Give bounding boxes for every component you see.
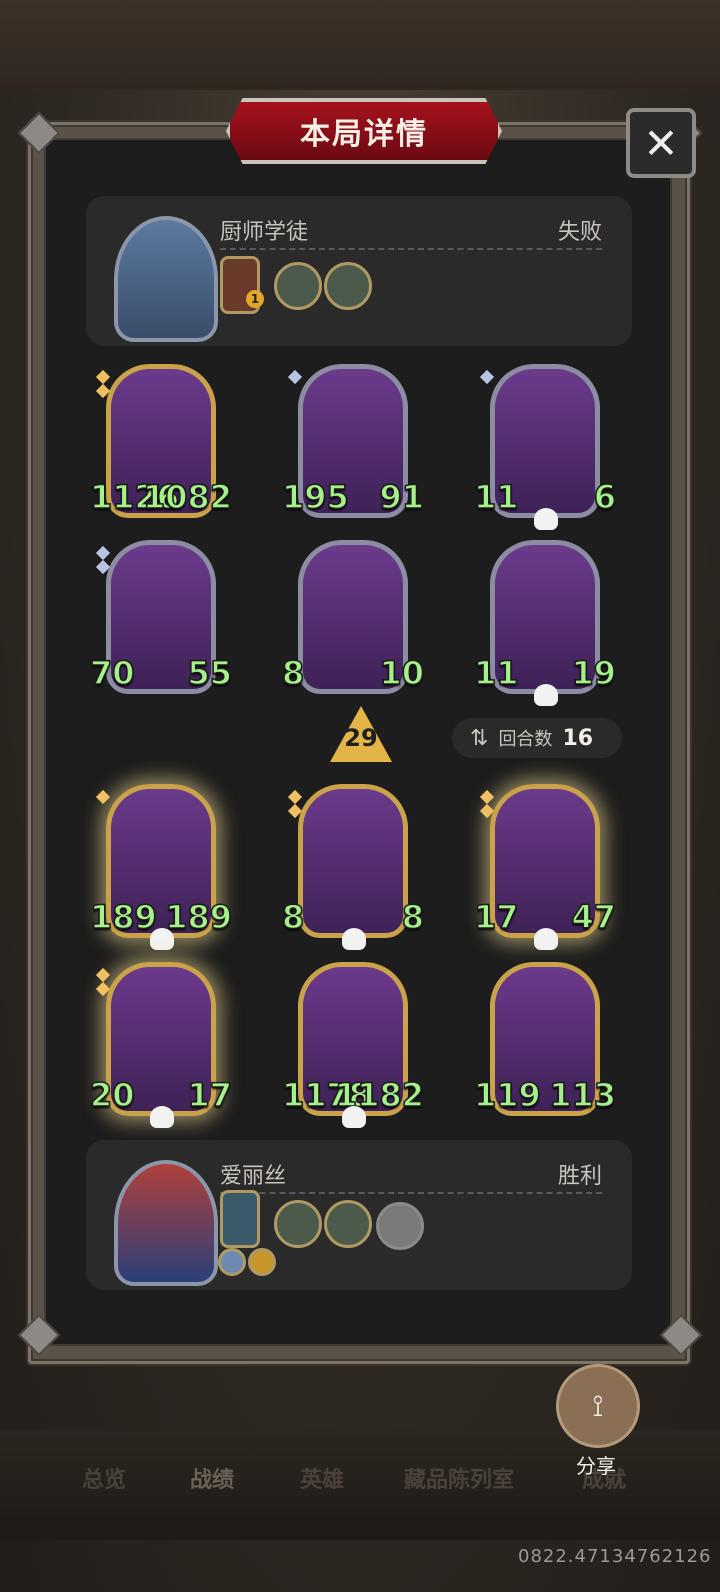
- trinket-icon[interactable]: [376, 1202, 424, 1250]
- opponent-name: 厨师学徒: [220, 220, 309, 245]
- skull-icon: [342, 1106, 366, 1128]
- opponent-avatar[interactable]: [114, 216, 218, 342]
- minion-attack: 119: [473, 1075, 541, 1115]
- share-label: 分享: [576, 1454, 616, 1478]
- minion-card[interactable]: 70 55: [89, 540, 233, 696]
- minion-card[interactable]: 119 113: [473, 962, 617, 1118]
- hero-power-icon[interactable]: [220, 1190, 260, 1248]
- minion-health: 91: [379, 477, 425, 517]
- opponent-result: 失败: [557, 220, 602, 245]
- minion-card[interactable]: 11 19: [473, 540, 617, 706]
- tab-collection[interactable]: 藏品陈列室: [404, 1462, 514, 1494]
- minion-health: 47: [571, 897, 617, 937]
- minion-card[interactable]: 20 17: [89, 962, 233, 1128]
- tavern-tier-indicator: 29: [330, 706, 392, 768]
- tab-overview[interactable]: 总览: [82, 1462, 126, 1494]
- divider: [220, 1192, 602, 1194]
- player-result: 胜利: [557, 1164, 602, 1189]
- trinket-icon[interactable]: [274, 1200, 322, 1248]
- minion-health: 113: [548, 1075, 616, 1115]
- minion-health: 6: [593, 477, 617, 517]
- close-icon: ✕: [643, 118, 679, 168]
- title-banner: 本局详情: [226, 98, 502, 164]
- tab-heroes[interactable]: 英雄: [300, 1462, 344, 1494]
- minion-portrait: [298, 784, 408, 938]
- close-button[interactable]: ✕: [626, 108, 696, 178]
- divider: [220, 248, 602, 250]
- minion-health: 55: [187, 653, 233, 693]
- minion-health: 19: [571, 653, 617, 693]
- minion-attack: 70: [89, 653, 135, 693]
- minion-attack: 17: [473, 897, 519, 937]
- player-card: 爱丽丝 胜利: [86, 1140, 632, 1290]
- tab-records[interactable]: 战绩: [190, 1462, 234, 1494]
- turn-counter-value: 16: [562, 725, 594, 751]
- minion-card[interactable]: 1178 1182: [281, 962, 425, 1128]
- minion-card[interactable]: 195 91: [281, 364, 425, 520]
- minion-health: 1082: [142, 477, 233, 517]
- swap-arrows-icon: ⇅: [470, 725, 489, 751]
- buff-icon: [248, 1248, 276, 1276]
- minion-health: 17: [187, 1075, 233, 1115]
- minion-attack: 11: [473, 477, 519, 517]
- version-stamp: 0822.47134762126: [518, 1546, 712, 1567]
- skull-icon: [534, 508, 558, 530]
- share-icon: ⟟: [592, 1388, 604, 1424]
- minion-attack: 189: [89, 897, 157, 937]
- minion-card[interactable]: 8 10: [281, 540, 425, 696]
- player-avatar[interactable]: [114, 1160, 218, 1286]
- skull-icon: [150, 928, 174, 950]
- hero-power-cost-badge: 1: [246, 290, 264, 308]
- turn-counter-label: 回合数: [498, 729, 553, 750]
- skull-icon: [534, 684, 558, 706]
- share-button[interactable]: ⟟: [556, 1364, 640, 1448]
- minion-card[interactable]: 17 47: [473, 784, 617, 950]
- minion-health: 10: [379, 653, 425, 693]
- buff-icon: [218, 1248, 246, 1276]
- minion-card[interactable]: 1126 1082: [89, 364, 233, 520]
- minion-attack: 20: [89, 1075, 135, 1115]
- player-name: 爱丽丝: [220, 1164, 287, 1189]
- minion-attack: 195: [281, 477, 349, 517]
- tier-value: 29: [344, 724, 378, 752]
- minion-attack: 11: [473, 653, 519, 693]
- minion-card[interactable]: 189 189: [89, 784, 233, 950]
- minion-attack: 8: [281, 897, 305, 937]
- skull-icon: [342, 928, 366, 950]
- minion-health: 189: [164, 897, 232, 937]
- opponent-card: 厨师学徒 失败 1: [86, 196, 632, 346]
- trinket-icon[interactable]: [274, 262, 322, 310]
- minion-attack: 8: [281, 653, 305, 693]
- page-title: 本局详情: [300, 117, 428, 152]
- turn-counter: ⇅ 回合数 16: [452, 718, 622, 758]
- top-wall: [0, 0, 720, 90]
- skull-icon: [534, 928, 558, 950]
- trinket-icon[interactable]: [324, 262, 372, 310]
- trinket-icon[interactable]: [324, 1200, 372, 1248]
- minion-card[interactable]: 8 8: [281, 784, 425, 950]
- skull-icon: [150, 1106, 174, 1128]
- minion-card[interactable]: 11 6: [473, 364, 617, 530]
- minion-health: 8: [401, 897, 425, 937]
